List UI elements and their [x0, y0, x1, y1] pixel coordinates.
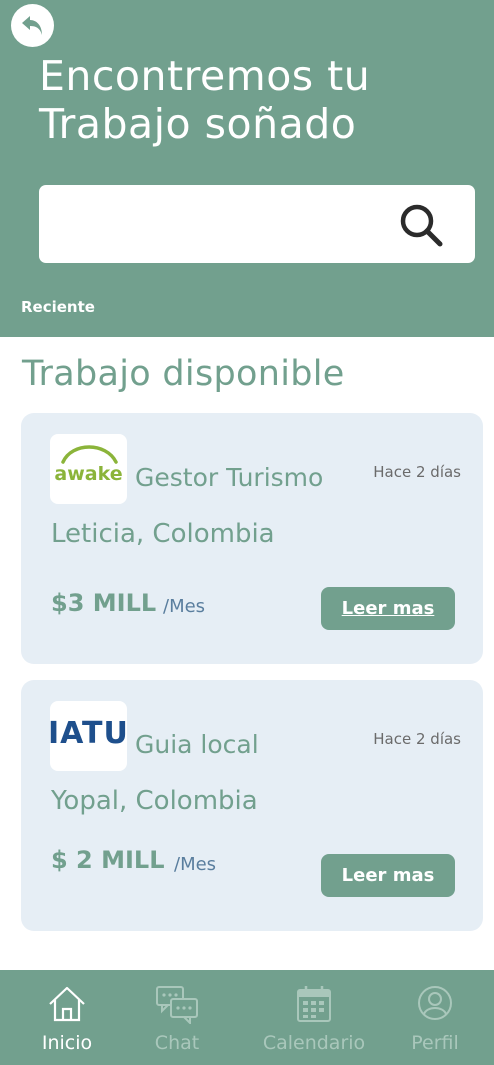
search-input[interactable]: [55, 203, 385, 245]
job-salary: $3 MILL: [51, 589, 157, 617]
job-card[interactable]: awake Gestor Turismo Hace 2 días Leticia…: [21, 413, 483, 664]
bottom-navigation: Inicio Chat Calendario Perfil: [0, 970, 494, 1065]
nav-label: Perfil: [411, 1032, 459, 1054]
section-title: Trabajo disponible: [22, 354, 345, 394]
nav-item-inicio[interactable]: Inicio: [36, 970, 98, 1065]
job-title: Gestor Turismo: [135, 463, 324, 492]
job-card[interactable]: IATU Guia local Hace 2 días Yopal, Colom…: [21, 680, 483, 931]
job-salary: $ 2 MILL: [51, 846, 165, 874]
job-location: Yopal, Colombia: [51, 786, 258, 816]
calendar-icon: [297, 986, 331, 1022]
read-more-button[interactable]: Leer mas: [321, 587, 455, 630]
logo-text: IATU: [50, 716, 127, 751]
job-title: Guia local: [135, 730, 259, 759]
headline-line-2: Trabajo soñado: [39, 100, 357, 148]
chat-icon: [156, 986, 198, 1024]
read-more-button[interactable]: Leer mas: [321, 854, 455, 897]
search-icon[interactable]: [398, 202, 444, 248]
nav-label: Chat: [154, 1032, 200, 1054]
nav-label: Inicio: [41, 1032, 93, 1054]
nav-item-calendario[interactable]: Calendario: [254, 970, 374, 1065]
nav-item-perfil[interactable]: Perfil: [405, 970, 465, 1065]
iatu-logo-icon: IATU: [50, 716, 127, 751]
recent-tab[interactable]: Reciente: [21, 298, 95, 316]
headline-line-1: Encontremos tu: [39, 52, 371, 100]
profile-icon: [418, 986, 452, 1020]
back-button[interactable]: [11, 4, 54, 47]
nav-label: Calendario: [262, 1032, 366, 1054]
posted-time: Hace 2 días: [373, 730, 461, 748]
company-logo: IATU: [50, 701, 127, 771]
nav-item-chat[interactable]: Chat: [147, 970, 207, 1065]
logo-text: awake: [54, 463, 122, 485]
salary-period: /Mes: [174, 854, 217, 875]
posted-time: Hace 2 días: [373, 463, 461, 481]
header: Encontremos tu Trabajo soñado Reciente: [0, 0, 494, 337]
job-location: Leticia, Colombia: [51, 519, 275, 549]
awake-logo-icon: awake: [54, 445, 123, 485]
home-icon: [49, 986, 85, 1022]
salary-period: /Mes: [163, 596, 206, 617]
back-arrow-icon: [21, 15, 42, 35]
page-title: Encontremos tu Trabajo soñado: [39, 52, 479, 148]
company-logo: awake: [50, 434, 127, 504]
